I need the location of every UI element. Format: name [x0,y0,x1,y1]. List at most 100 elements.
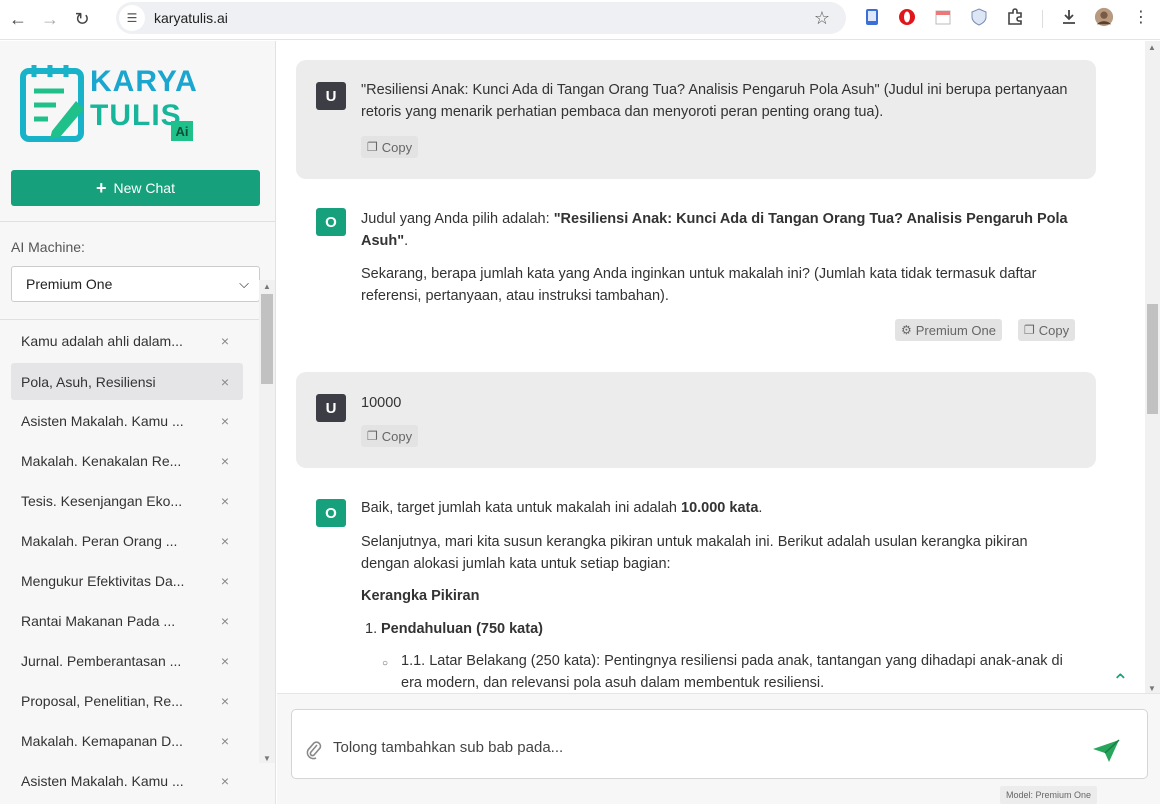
close-icon[interactable]: × [221,413,229,429]
close-icon[interactable]: × [221,533,229,549]
user-message: U 10000 ❐ Copy [296,372,1096,468]
assistant-message-paragraph: Selanjutnya, mari kita susun kerangka pi… [361,534,1028,572]
history-item[interactable]: Asisten Makalah. Kamu ... × [11,762,243,799]
history-item-label: Makalah. Peran Orang ... [21,532,178,549]
history-item[interactable]: Jurnal. Pemberantasan ... × [11,642,243,679]
copy-button[interactable]: ❐ Copy [361,136,419,158]
extensions-puzzle-icon[interactable] [1005,7,1025,27]
copy-button[interactable]: ❐ Copy [361,425,419,447]
model-badge-label: Premium One [915,322,996,338]
browser-menu-icon[interactable]: ⋮ [1131,7,1151,27]
history-item[interactable]: Kamu adalah ahli dalam... × [11,322,243,359]
reload-icon[interactable]: ↻ [68,6,96,34]
history-item-label: Rantai Makanan Pada ... [21,612,176,629]
history-item-label: Pola, Asuh, Resiliensi [21,373,156,390]
close-icon[interactable]: × [221,733,229,749]
user-message: U "Resiliensi Anak: Kunci Ada di Tangan … [296,60,1096,179]
close-icon[interactable]: × [221,453,229,469]
history-item[interactable]: Asisten Makalah. Kamu ... × [11,402,243,439]
assistant-avatar: O [316,499,346,527]
history-item-label: Kamu adalah ahli dalam... [21,332,183,349]
robot-icon: ⚙ [901,323,912,337]
history-item-active[interactable]: Pola, Asuh, Resiliensi × [11,363,243,400]
history-item[interactable]: Mengukur Efektivitas Da... × [11,562,243,599]
address-bar[interactable]: ☰ karyatulis.ai ☆ [116,2,846,34]
download-icon[interactable] [1059,7,1079,27]
sidebar-scroll-thumb[interactable] [261,294,273,384]
chat-scroll-thumb[interactable] [1147,304,1158,414]
scroll-down-arrow-icon[interactable]: ▼ [1148,684,1156,693]
chevron-down-icon: ⌵ [239,276,249,291]
back-icon[interactable]: ← [4,6,32,34]
close-icon[interactable]: × [221,693,229,709]
user-message-text: 10000 [361,395,402,411]
copy-icon: ❐ [367,140,378,154]
assistant-message-paragraph: Baik, target jumlah kata untuk makalah i… [361,497,1076,519]
site-info-icon[interactable]: ☰ [119,5,145,31]
divider [0,221,275,222]
extension-opera-icon[interactable] [897,7,917,27]
ai-machine-selected-value: Premium One [26,276,113,292]
karyatulis-logo[interactable]: KARYA TULIS Ai [20,65,200,145]
assistant-message: O Judul yang Anda pilih adalah: "Resilie… [296,187,1096,352]
extension-phone-icon[interactable] [862,7,882,27]
new-chat-button[interactable]: + New Chat [11,170,260,206]
chat-area: U "Resiliensi Anak: Kunci Ada di Tangan … [277,41,1145,693]
history-item[interactable]: Makalah. Kemapanan D... × [11,722,243,759]
copy-button[interactable]: ❐ Copy [1018,319,1076,341]
paperclip-icon[interactable] [306,740,322,765]
close-icon[interactable]: × [221,613,229,629]
sidebar: KARYA TULIS Ai + New Chat AI Machine: Pr… [0,41,276,804]
scroll-down-arrow-icon[interactable]: ▼ [263,754,271,763]
history-item-label: Asisten Makalah. Kamu ... [21,412,184,429]
history-item[interactable]: Tesis. Kesenjangan Eko... × [11,482,243,519]
url-text[interactable]: karyatulis.ai [154,10,228,26]
history-item-label: Makalah. Kemapanan D... [21,732,183,749]
message-input-value[interactable]: Tolong tambahkan sub bab pada... [333,739,563,756]
history-item[interactable]: Makalah. Kenakalan Re... × [11,442,243,479]
history-item-label: Proposal, Penelitian, Re... [21,692,183,709]
history-item[interactable]: Makalah. Peran Orang ... × [11,522,243,559]
close-icon[interactable]: × [221,493,229,509]
outline-heading: Kerangka Pikiran [361,588,480,604]
logo-badge-ai: Ai [171,121,193,141]
copy-label: Copy [381,139,413,155]
model-badge: ⚙ Premium One [895,319,1002,341]
close-icon[interactable]: × [221,653,229,669]
history-item[interactable]: Rantai Makanan Pada ... × [11,602,243,639]
assistant-avatar: O [316,208,346,236]
copy-label: Copy [381,428,413,444]
text-span: Judul yang Anda pilih adalah: [361,211,554,227]
close-icon[interactable]: × [221,573,229,589]
outline-item: Pendahuluan (750 kata) [381,621,543,637]
profile-avatar-icon[interactable] [1094,7,1114,27]
extension-shield-icon[interactable] [969,7,989,27]
input-area: Tolong tambahkan sub bab pada... Model: … [277,693,1160,804]
user-message-text: "Resiliensi Anak: Kunci Ada di Tangan Or… [361,82,1068,120]
assistant-message-paragraph: Judul yang Anda pilih adalah: "Resiliens… [361,208,1076,252]
plus-icon: + [96,177,107,198]
forward-icon[interactable]: → [36,6,64,34]
close-icon[interactable]: × [221,374,229,390]
bookmark-star-icon[interactable]: ☆ [814,8,830,29]
send-icon[interactable] [1092,739,1122,765]
close-icon[interactable]: × [221,333,229,349]
scroll-up-arrow-icon[interactable]: ▲ [1148,43,1156,52]
model-footer: Model: Premium One [1000,786,1098,804]
assistant-message: O Baik, target jumlah kata untuk makalah… [296,477,1096,693]
browser-toolbar: ← → ↻ ☰ karyatulis.ai ☆ ⋮ [0,0,1160,40]
message-input[interactable]: Tolong tambahkan sub bab pada... [291,709,1148,779]
chat-scrollbar[interactable]: ▲ ▼ [1145,41,1160,693]
scroll-to-top-chevron-icon[interactable]: ⌃ [1112,669,1129,693]
scroll-up-arrow-icon[interactable]: ▲ [263,282,271,291]
outline-subitem: 1.1. Latar Belakang (250 kata): Pentingn… [401,653,1063,691]
extension-calendar-icon[interactable] [933,7,953,27]
history-item-label: Mengukur Efektivitas Da... [21,572,185,589]
history-item-label: Asisten Makalah. Kamu ... [21,772,184,789]
close-icon[interactable]: × [221,773,229,789]
text-span: . [404,233,409,249]
ai-machine-select[interactable]: Premium One ⌵ [11,266,260,302]
sidebar-scrollbar[interactable]: ▲ ▼ [259,280,275,763]
logo-text-tulis: TULIS [90,99,182,132]
history-item[interactable]: Proposal, Penelitian, Re... × [11,682,243,719]
